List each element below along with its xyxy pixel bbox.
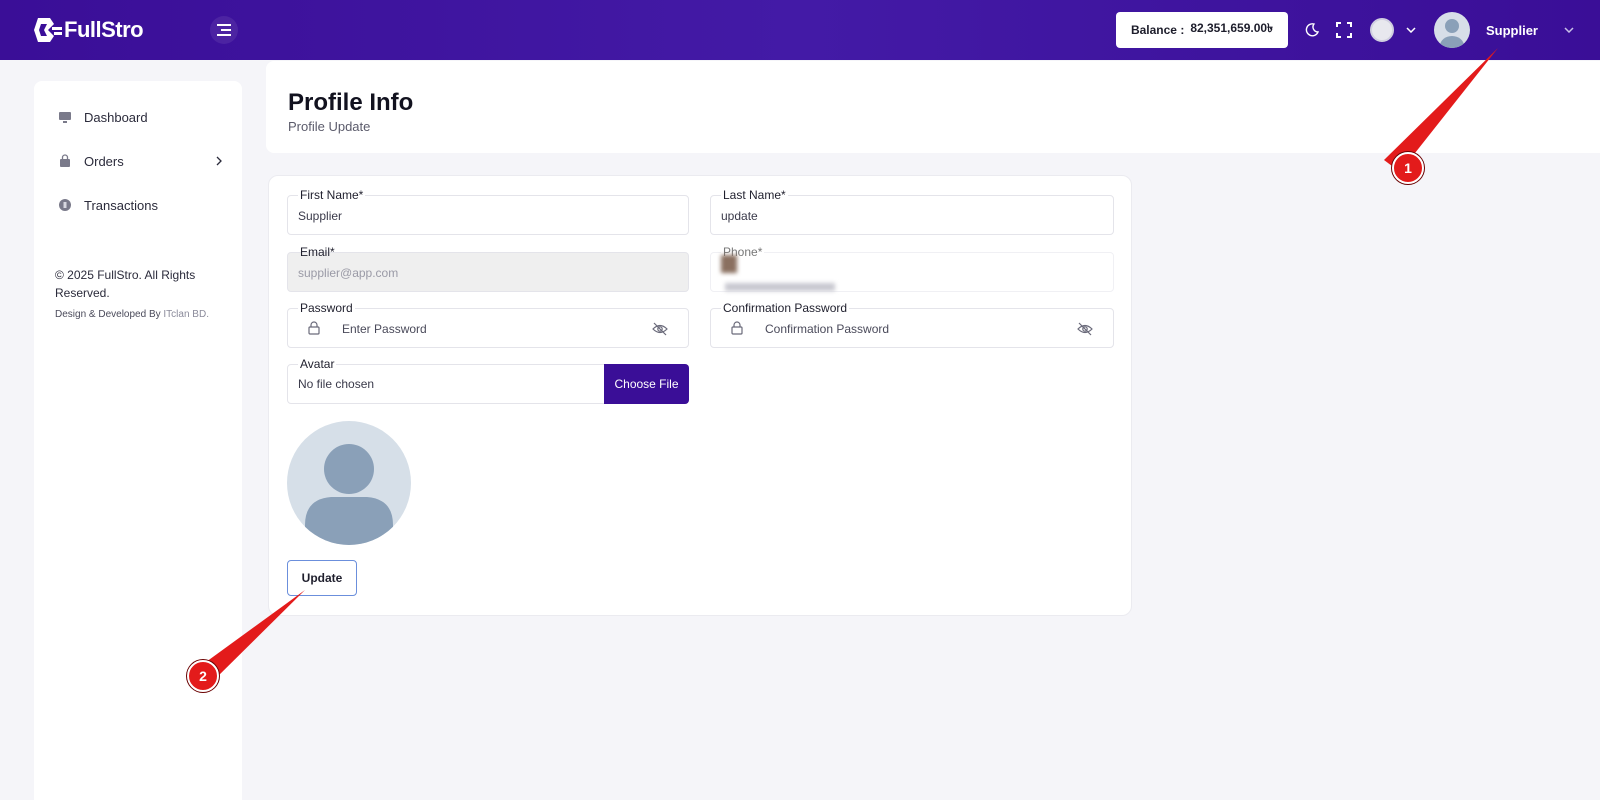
email-field: Email* supplier@app.com	[287, 245, 689, 292]
eye-off-icon[interactable]	[1077, 322, 1093, 336]
avatar-label: Avatar	[298, 357, 337, 371]
bag-icon	[58, 154, 72, 168]
monitor-icon	[58, 110, 72, 124]
confirm-password-field[interactable]: Confirmation Password Confirmation Passw…	[710, 301, 1114, 348]
hamburger-icon	[217, 24, 231, 36]
user-name: Supplier	[1485, 22, 1538, 38]
balance-box: Balance : 82,351,659.00৳	[1116, 12, 1288, 48]
brand-name: FullStro	[64, 17, 144, 42]
password-label: Password	[298, 301, 355, 315]
profile-form-card: First Name* Supplier Last Name* update E…	[268, 175, 1132, 616]
last-name-field[interactable]: Last Name* update	[710, 188, 1114, 235]
top-navbar: FullStro Balance : 82,351,659.00৳ Suppli…	[0, 0, 1600, 60]
password-input[interactable]: Enter Password	[342, 322, 427, 336]
update-button[interactable]: Update	[287, 560, 357, 596]
chevron-right-icon	[216, 156, 222, 166]
file-status: No file chosen	[298, 377, 375, 391]
avatar	[1434, 12, 1470, 48]
sidebar-item-label: Transactions	[84, 197, 158, 213]
sidebar-item-label: Orders	[84, 153, 124, 169]
sidebar-item-dashboard[interactable]: Dashboard	[58, 105, 222, 129]
flag-icon	[1370, 18, 1394, 42]
page-subtitle: Profile Update	[288, 119, 371, 134]
last-name-label: Last Name*	[721, 188, 788, 202]
page-title: Profile Info	[288, 89, 414, 116]
page-header: Profile Info Profile Update	[266, 61, 1600, 153]
lock-icon	[731, 321, 743, 335]
user-avatar-icon	[1440, 19, 1464, 48]
phone-flag-blurred	[721, 255, 737, 273]
first-name-value: Supplier	[298, 209, 343, 223]
logo-mark-icon	[34, 18, 62, 42]
fullscreen-icon	[1336, 22, 1352, 38]
language-selector[interactable]	[1370, 18, 1418, 42]
chevron-down-icon	[1564, 27, 1574, 33]
balance-label: Balance :	[1130, 23, 1185, 37]
chevron-down-icon	[1406, 27, 1416, 33]
email-label: Email*	[300, 245, 335, 259]
coin-icon	[58, 198, 72, 212]
dark-mode-button[interactable]	[1302, 20, 1322, 40]
fullscreen-button[interactable]	[1334, 20, 1354, 40]
confirm-password-input[interactable]: Confirmation Password	[765, 322, 889, 336]
copyright-text: © 2025 FullStro. All Rights Reserved.	[55, 268, 196, 300]
designed-by: Design & Developed By ITclan BD.	[55, 309, 209, 320]
email-value: supplier@app.com	[298, 266, 399, 280]
balance-value: 82,351,659.00৳	[1190, 21, 1274, 35]
lock-icon	[308, 321, 320, 335]
last-name-value: update	[721, 209, 758, 223]
sidebar-item-transactions[interactable]: Transactions	[58, 193, 222, 217]
menu-toggle-button[interactable]	[210, 16, 238, 44]
sidebar: Dashboard Orders Transactions © 2025 Ful…	[34, 81, 242, 800]
annotation-callout-2: 2	[187, 660, 219, 692]
moon-icon	[1305, 23, 1319, 37]
password-field[interactable]: Password Enter Password	[287, 301, 689, 348]
phone-field[interactable]: Phone*	[710, 245, 1114, 292]
annotation-callout-1: 1	[1392, 152, 1424, 184]
brand-logo[interactable]: FullStro	[32, 14, 144, 46]
choose-file-button[interactable]: Choose File	[604, 364, 689, 404]
designed-company-link[interactable]: ITclan BD.	[163, 309, 209, 320]
sidebar-item-orders[interactable]: Orders	[58, 149, 222, 173]
first-name-field[interactable]: First Name* Supplier	[287, 188, 689, 235]
avatar-file-field[interactable]: Avatar No file chosen Choose File	[287, 357, 689, 404]
sidebar-item-label: Dashboard	[84, 109, 148, 125]
first-name-label: First Name*	[298, 188, 366, 202]
eye-off-icon[interactable]	[652, 322, 668, 336]
phone-number-blurred	[725, 283, 835, 291]
user-avatar-icon	[305, 444, 393, 545]
user-menu[interactable]: Supplier	[1434, 12, 1574, 48]
designed-prefix: Design & Developed By	[55, 309, 161, 320]
avatar-preview	[287, 421, 411, 545]
confirm-password-label: Confirmation Password	[721, 301, 850, 315]
